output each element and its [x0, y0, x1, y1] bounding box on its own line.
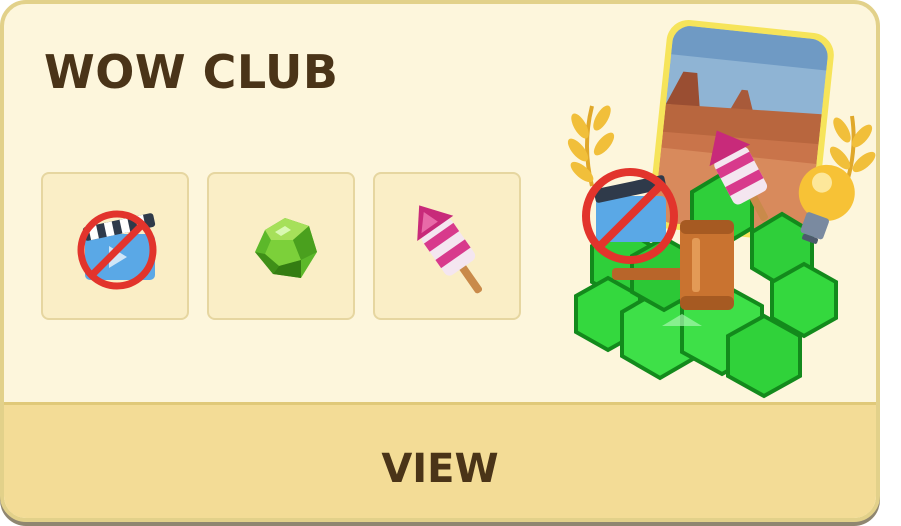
hero-illustration [567, 19, 876, 399]
wow-club-card: WOW CLUB VIEW [0, 0, 880, 522]
view-button-label: VIEW [381, 446, 499, 492]
reward-tile-firework [373, 172, 521, 320]
reward-tile-gem [207, 172, 355, 320]
gem-icon [255, 218, 317, 278]
reward-tile-no-ads [41, 172, 189, 320]
firework-rocket-icon [417, 205, 483, 294]
no-ads-icon [77, 210, 157, 290]
view-button[interactable]: VIEW [4, 402, 876, 518]
card-title: WOW CLUB [44, 45, 339, 99]
